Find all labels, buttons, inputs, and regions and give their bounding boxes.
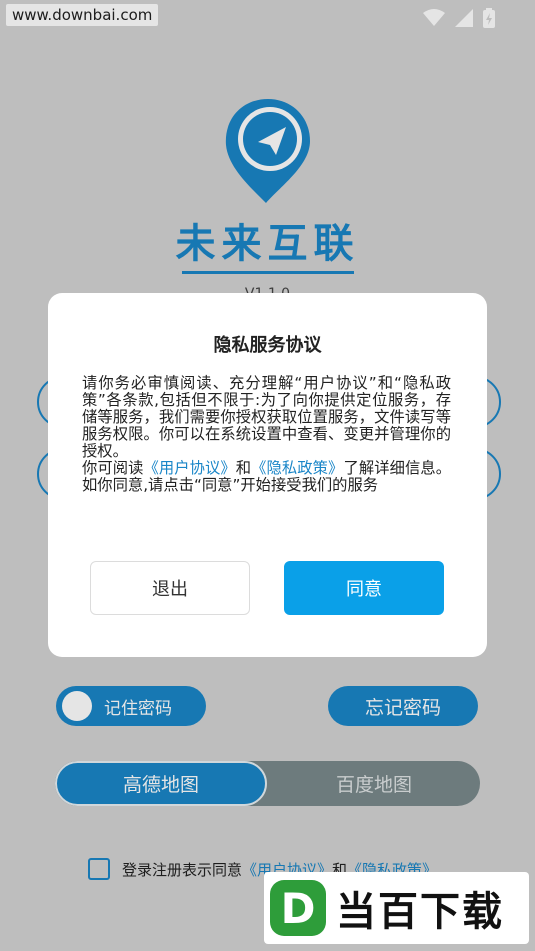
agree-button[interactable]: 同意 — [284, 561, 444, 615]
privacy-dialog: 隐私服务协议 请你务必审慎阅读、充分理解“用户协议”和“隐私政策”各条款,包括但… — [48, 293, 487, 657]
dialog-title: 隐私服务协议 — [213, 335, 322, 356]
exit-button[interactable]: 退出 — [90, 561, 250, 615]
dialog-paragraph-2: 你可阅读《用户协议》和《隐私政策》了解详细信息。如你同意,请点击“同意”开始接受… — [82, 460, 451, 494]
dialog-para2-and: 和 — [235, 459, 252, 477]
brand-watermark: D 当百下载 — [264, 872, 529, 944]
dialog-paragraph-1: 请你务必审慎阅读、充分理解“用户协议”和“隐私政策”各条款,包括但不限于:为了向… — [82, 374, 451, 460]
dialog-user-agreement-link[interactable]: 《用户协议》 — [144, 459, 236, 477]
dialog-body: 请你务必审慎阅读、充分理解“用户协议”和“隐私政策”各条款,包括但不限于:为了向… — [82, 375, 451, 494]
dialog-para2-prefix: 你可阅读 — [82, 459, 144, 477]
dialog-privacy-policy-link[interactable]: 《隐私政策》 — [251, 459, 343, 477]
brand-logo-icon: D — [270, 880, 326, 936]
brand-watermark-text: 当百下载 — [336, 889, 504, 935]
